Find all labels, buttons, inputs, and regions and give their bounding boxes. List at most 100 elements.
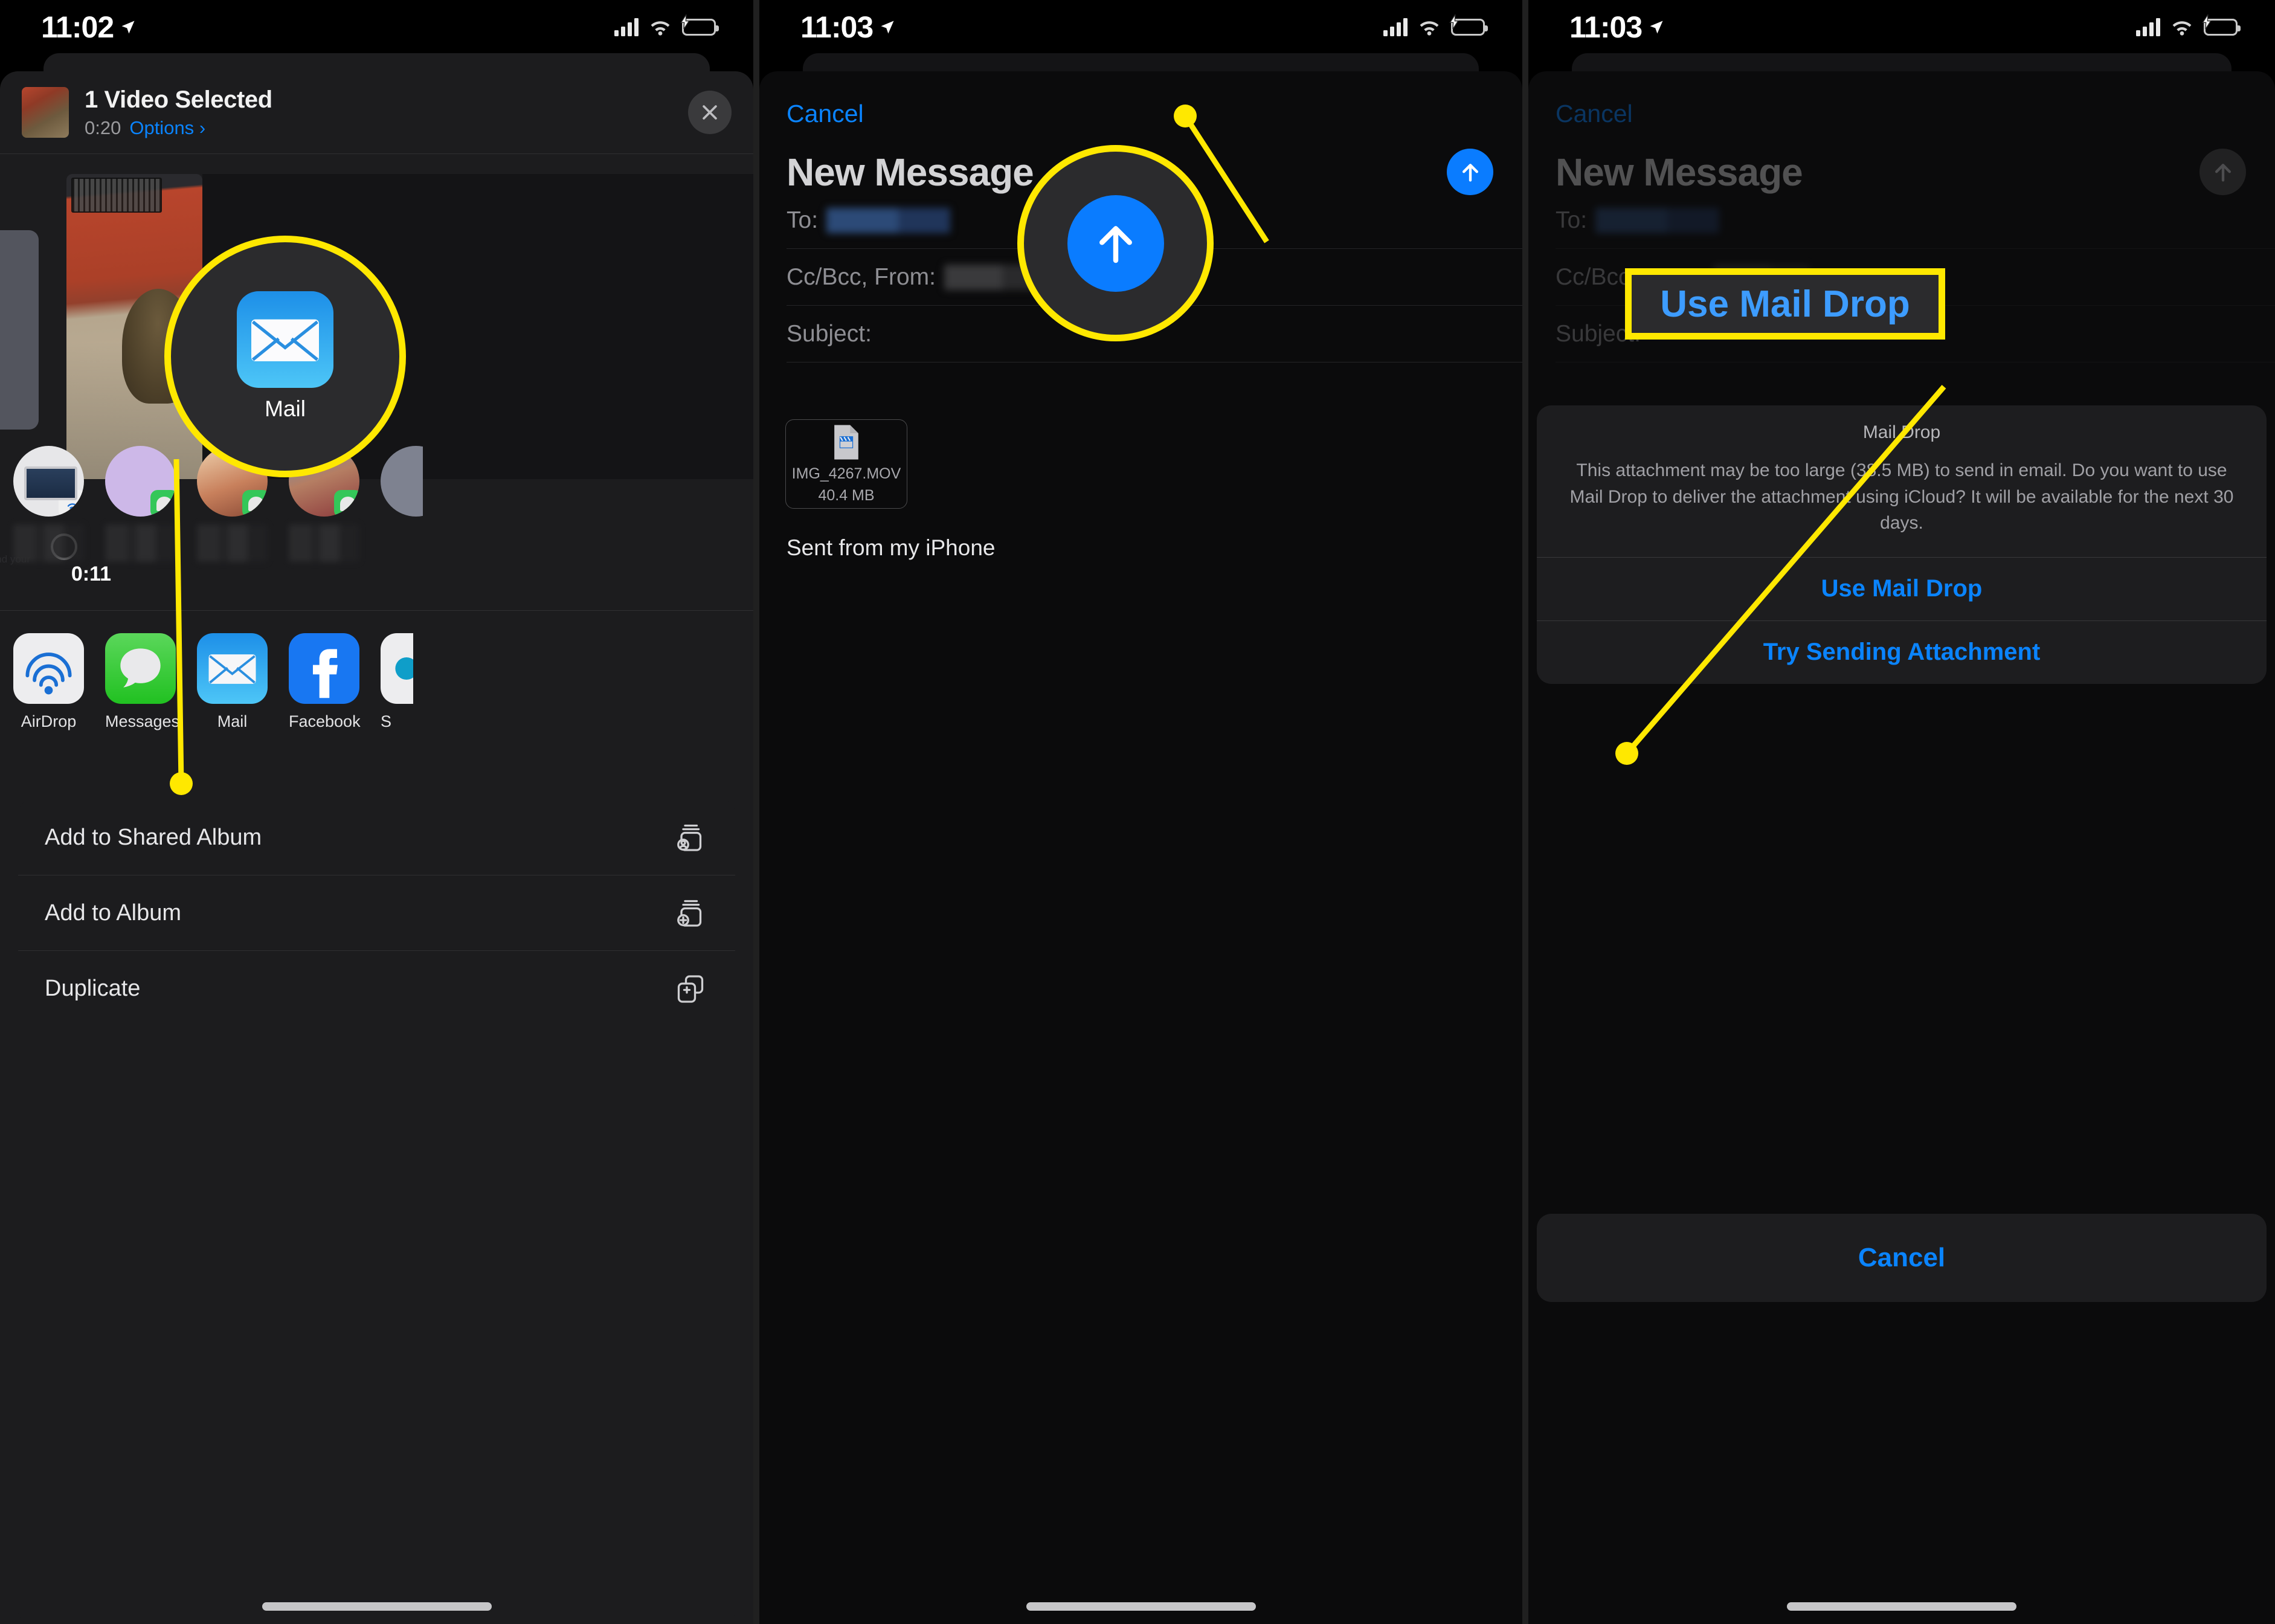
panel-divider (753, 0, 759, 1624)
row-divider (0, 610, 753, 611)
person-name-redacted (13, 524, 84, 562)
status-bar-left: 11:03 (800, 10, 896, 45)
mail-icon (237, 291, 333, 388)
send-arrow-up-icon (2215, 163, 2231, 181)
cellular-signal-icon (614, 18, 639, 36)
attachment-name: IMG_4267.MOV (791, 465, 901, 482)
mail-drop-alert: Mail Drop This attachment may be too lar… (1537, 405, 2267, 684)
to-value-redacted (826, 207, 951, 233)
previous-photo-card[interactable] (0, 230, 39, 430)
app-label: AirDrop (21, 712, 77, 730)
battery-charging-icon (1449, 14, 1488, 36)
bolt-icon (2202, 14, 2212, 29)
action-duplicate[interactable]: Duplicate (18, 951, 735, 1026)
wifi-icon (651, 21, 670, 36)
video-thumbnail (22, 87, 69, 138)
location-arrow-icon (881, 21, 894, 34)
status-time: 11:02 (41, 10, 114, 44)
app-label: Messages (105, 712, 180, 730)
action-label: Add to Album (45, 900, 182, 926)
share-app-messages[interactable]: Messages (105, 633, 180, 731)
status-bar: 11:03 (1528, 0, 2275, 54)
send-arrow-up-icon (1099, 225, 1132, 263)
selection-subtitle: 0:20 Options › (85, 117, 672, 139)
cellular-signal-icon (1383, 18, 1408, 36)
app-label: Mail (217, 712, 248, 730)
cancel-button[interactable]: Cancel (787, 100, 864, 128)
app-share-row: AirDrop Messages Mail Facebook S (0, 633, 753, 784)
send-button[interactable] (1447, 149, 1493, 195)
send-button-zoomed (1067, 195, 1164, 292)
person-name-redacted (197, 524, 268, 562)
video-duration: 0:20 (85, 117, 121, 138)
page-title: New Message (787, 150, 1034, 194)
close-icon (703, 105, 717, 120)
airdrop-icon (13, 633, 84, 704)
people-suggestion-row (0, 446, 753, 597)
share-app-mail[interactable]: Mail (197, 633, 268, 731)
person-suggestion-1[interactable] (13, 446, 84, 562)
panel-share-sheet: 11:02 1 Video Selected 0:20 Options › d … (0, 0, 753, 1624)
home-indicator[interactable] (262, 1602, 492, 1611)
location-arrow-icon (1650, 21, 1663, 34)
alert-message: This attachment may be too large (38.5 M… (1569, 460, 2234, 533)
use-mail-drop-button[interactable]: Use Mail Drop (1537, 556, 2267, 620)
shared-album-icon (677, 824, 702, 851)
home-indicator[interactable] (1787, 1602, 2016, 1611)
person-suggestion-5[interactable] (381, 446, 423, 517)
battery-charging-icon (680, 14, 719, 36)
duplicate-icon (677, 975, 704, 1003)
app-label: S (381, 712, 392, 730)
field-label: To: (1556, 207, 1588, 233)
person-suggestion-2[interactable] (105, 446, 176, 562)
share-sheet-header: 1 Video Selected 0:20 Options › (0, 71, 753, 154)
action-add-to-album[interactable]: Add to Album (18, 875, 735, 951)
share-app-facebook[interactable]: Facebook (289, 633, 361, 731)
use-mail-drop-callout: Use Mail Drop (1625, 268, 1945, 340)
send-arrow-up-icon (1462, 163, 1478, 181)
to-value-redacted (1595, 207, 1720, 233)
app-label: Facebook (289, 712, 361, 730)
selection-title: 1 Video Selected (85, 86, 272, 113)
wifi-icon (2172, 21, 2192, 36)
share-app-flickr[interactable]: S (381, 633, 413, 731)
chevron-right-icon: › (199, 117, 206, 138)
mail-icon (197, 633, 268, 704)
cellular-signal-icon (2136, 18, 2160, 36)
alert-title: Mail Drop (1862, 422, 1941, 442)
cancel-button[interactable]: Cancel (1556, 100, 1633, 128)
try-sending-attachment-button[interactable]: Try Sending Attachment (1537, 620, 2267, 684)
alert-cancel-button[interactable]: Cancel (1537, 1214, 2267, 1302)
mail-callout: Mail (164, 236, 406, 477)
person-name-redacted (289, 524, 359, 562)
status-bar-right (2136, 14, 2241, 36)
send-button[interactable] (2199, 149, 2246, 195)
status-time: 11:03 (1569, 10, 1643, 44)
status-time: 11:03 (800, 10, 874, 44)
options-label: Options (129, 117, 195, 138)
attachment-card[interactable]: IMG_4267.MOV 40.4 MB (785, 419, 907, 509)
mail-callout-label: Mail (265, 396, 306, 421)
person-name-redacted (105, 524, 176, 562)
field-to[interactable]: To: (1556, 192, 2275, 249)
attachment-size: 40.4 MB (818, 487, 875, 504)
send-button-callout (1017, 145, 1214, 341)
video-scene-cage (71, 178, 162, 213)
three-panel-screenshot-strip: 11:02 1 Video Selected 0:20 Options › d … (0, 0, 2275, 1624)
options-link[interactable]: Options › (129, 117, 205, 139)
share-sheet-header-text: 1 Video Selected 0:20 Options › (85, 86, 672, 139)
field-label: Cc/Bcc, From: (787, 263, 936, 290)
messages-icon (105, 633, 176, 704)
avatar (105, 446, 176, 517)
share-app-airdrop[interactable]: AirDrop (13, 633, 84, 731)
battery-charging-icon (2202, 14, 2241, 36)
status-bar-right (1383, 14, 1488, 36)
close-button[interactable] (688, 91, 732, 134)
action-add-to-shared-album[interactable]: Add to Shared Album (18, 800, 735, 875)
panel-mail-drop-alert: 11:03 Cancel New Message To: Cc/Bcc, Sub… (1528, 0, 2275, 1624)
bolt-icon (680, 14, 690, 29)
airdrop-icon (67, 503, 78, 512)
home-indicator[interactable] (1026, 1602, 1256, 1611)
airdrop-badge-icon (59, 490, 84, 517)
share-actions-list: Add to Shared Album Add to Album Duplica… (18, 800, 735, 1624)
